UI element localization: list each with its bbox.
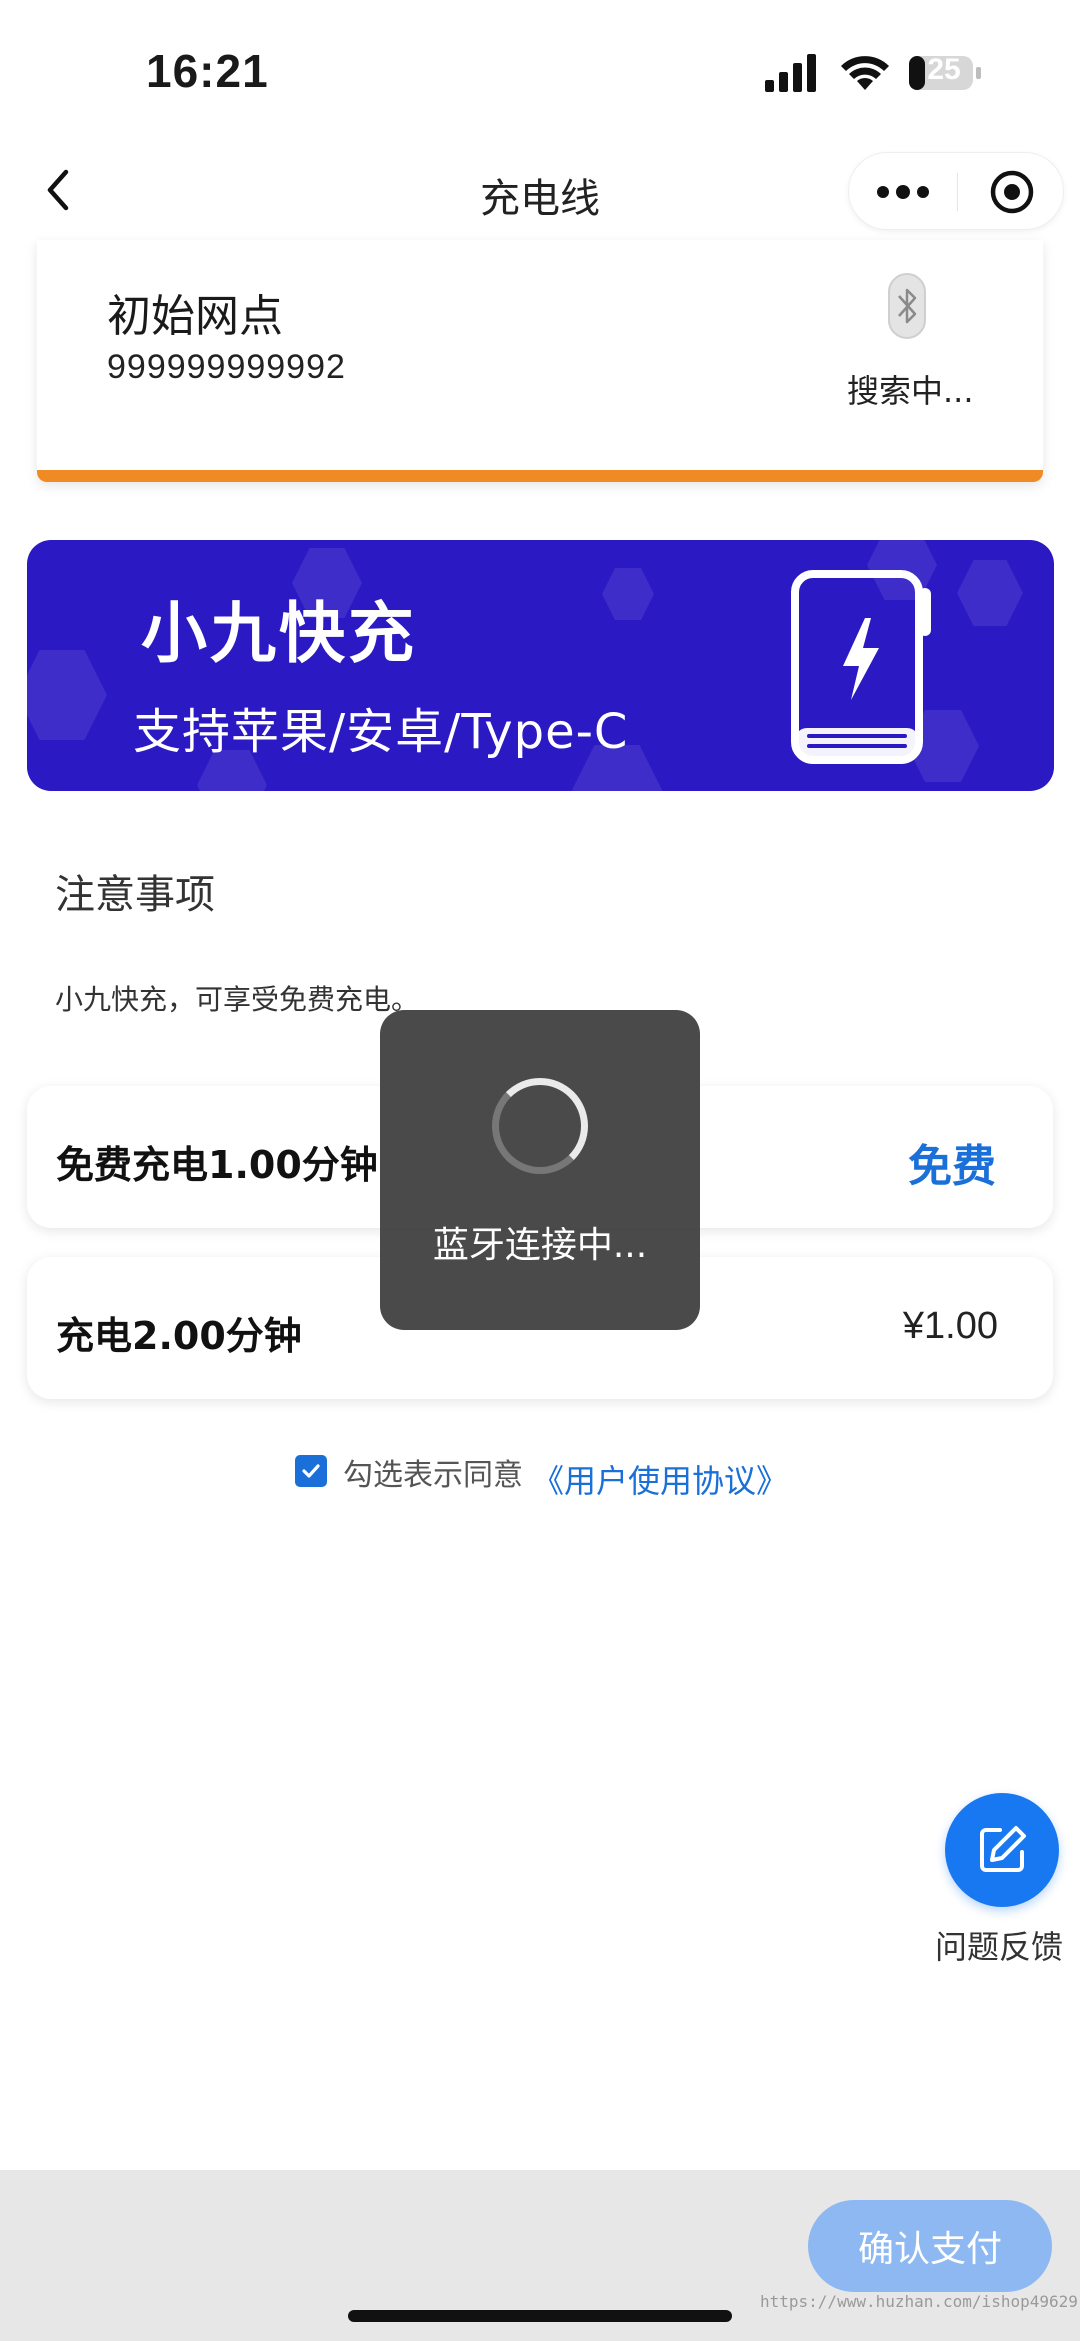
feedback-button[interactable]	[945, 1793, 1059, 1907]
banner-subtitle: 支持苹果/安卓/Type-C	[133, 704, 629, 760]
notes-text: 小九快充，可享受免费充电。	[55, 983, 420, 1016]
agreement-checkbox[interactable]	[295, 1455, 327, 1487]
option-label: 免费充电1.00分钟	[56, 1143, 378, 1187]
toast-text: 蓝牙连接中...	[432, 1225, 648, 1266]
edit-icon	[980, 1826, 1026, 1872]
device-name: 初始网点	[107, 291, 283, 342]
notes-title: 注意事项	[55, 872, 215, 918]
close-target-icon[interactable]	[958, 153, 1065, 231]
device-card: 初始网点 999999999992 搜索中...	[37, 240, 1043, 482]
bluetooth-icon	[887, 272, 927, 340]
agreement-link[interactable]: 《用户使用协议》	[532, 1456, 788, 1502]
wifi-icon	[841, 56, 889, 90]
status-time: 16:21	[146, 45, 269, 97]
watermark: https://www.huzhan.com/ishop49629	[760, 2292, 1078, 2311]
agreement-text: 勾选表示同意	[343, 1458, 523, 1493]
checkmark-icon	[302, 1464, 320, 1478]
feedback-label: 问题反馈	[935, 1928, 1064, 1966]
home-indicator[interactable]	[348, 2310, 732, 2322]
loading-spinner-icon	[492, 1078, 588, 1174]
bluetooth-status: 搜索中...	[847, 372, 974, 410]
option-price: 免费	[908, 1141, 996, 1192]
option-label: 充电2.00分钟	[56, 1314, 302, 1358]
banner-title: 小九快充	[141, 595, 417, 672]
option-price: ¥1.00	[902, 1305, 998, 1347]
more-dots-icon[interactable]	[849, 153, 957, 231]
miniprogram-capsule	[848, 152, 1064, 230]
confirm-pay-button[interactable]: 确认支付	[808, 2200, 1052, 2292]
promo-banner: 小九快充 支持苹果/安卓/Type-C	[27, 540, 1054, 791]
device-id: 999999999992	[107, 348, 346, 386]
signal-icon	[765, 54, 816, 92]
status-icons: 25	[765, 50, 985, 96]
loading-toast: 蓝牙连接中...	[380, 1010, 700, 1330]
charging-phone-icon	[787, 568, 937, 768]
battery-level: 25	[927, 53, 961, 86]
